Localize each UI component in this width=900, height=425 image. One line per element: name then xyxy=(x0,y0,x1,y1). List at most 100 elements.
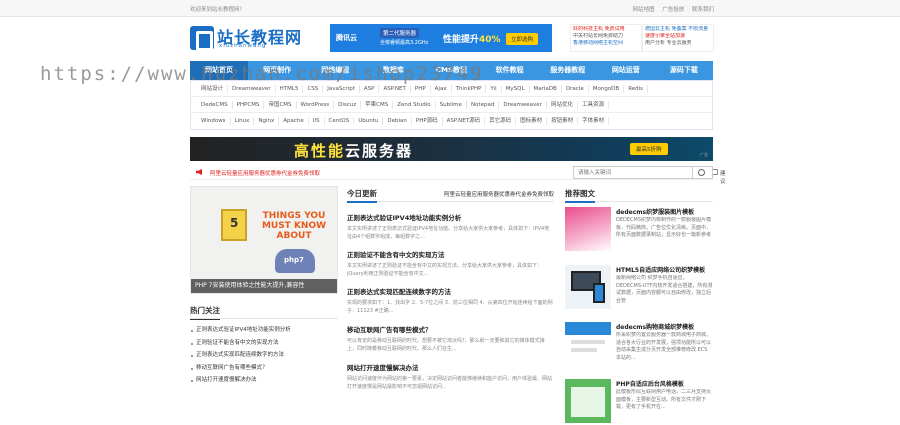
recommend-item[interactable]: dedecms购物商城织梦模板 所采织梦内置云服务器一款商城电子商城，适合各大行… xyxy=(565,322,713,368)
ad-line[interactable]: 香港移动网络主机空间 xyxy=(573,40,639,47)
subnav-link[interactable]: Ubuntu xyxy=(354,117,384,125)
link-contact[interactable]: 联系我们 xyxy=(692,7,714,13)
list-item[interactable]: 网站打开速度慢解决办法 xyxy=(190,374,338,387)
list-item[interactable]: 移动互联网广告有哪些模式？ xyxy=(190,362,338,375)
text-ad-left[interactable]: 好的科技主机 免费试用 中关村站长网免费助力 香港移动网络主机空间 xyxy=(570,24,642,52)
suggest-link[interactable]: 建议 xyxy=(720,169,726,185)
recommend-title[interactable]: HTML5自适应网络公司织梦模板 xyxy=(616,265,705,274)
thumbnail-image[interactable] xyxy=(565,322,611,366)
news-headline-link[interactable]: 阿里云轻量应用服务器优惠券代金券免费领取 xyxy=(444,190,554,198)
tencent-cloud-banner[interactable]: 腾讯云 第二代服务器 全核睿频最高3.2GHz 性能提升40% 立即选购 xyxy=(330,24,552,52)
news-item[interactable]: 正则表达式实现匹配连续数字的方法 实现的要求如下：1、找出字 2、5-7位之间 … xyxy=(347,286,554,315)
subnav-link[interactable]: Yii xyxy=(486,84,502,93)
subnav-link[interactable]: Discuz xyxy=(334,100,362,109)
banner-buy-button[interactable]: 最高5折购 xyxy=(630,143,668,155)
thumbnail-image[interactable] xyxy=(565,265,611,309)
nav-database[interactable]: 数据库 xyxy=(364,61,422,80)
subnav-link[interactable]: PHP xyxy=(411,84,431,93)
subnav-link[interactable]: MySQL xyxy=(502,84,530,93)
list-item[interactable]: 正则表达式实现匹配连续数字的方法 xyxy=(190,349,338,362)
news-title[interactable]: 正则验证不能含有中文的实现方法 xyxy=(347,249,554,259)
recommend-item[interactable]: dedecms织梦服装图片模板 DEDECMS织梦内核制作的一款服装图片模板，代… xyxy=(565,207,713,253)
feature-caption[interactable]: PHP 7安装使用体验之性能大提升,兼容性 xyxy=(191,279,337,293)
banner-cta-button[interactable]: 立即选购 xyxy=(506,33,539,45)
subnav-link[interactable]: MongoDB xyxy=(589,84,625,93)
news-title[interactable]: 正则表达式实现匹配连续数字的方法 xyxy=(347,286,554,296)
subnav-link[interactable]: Windows xyxy=(197,117,231,125)
cloud-server-banner[interactable]: 高性能云服务器 最高5折购 广告 xyxy=(190,137,713,161)
subnav-link[interactable]: 其它源码 xyxy=(485,117,517,125)
subnav-link[interactable]: 工具资源 xyxy=(578,100,609,109)
ad-line[interactable]: 速度引擎全站加速 xyxy=(645,33,711,40)
link-sitemap[interactable]: 网站地图 xyxy=(632,7,654,13)
nav-home[interactable]: 网站首页 xyxy=(190,61,249,80)
subnav-link[interactable]: Redis xyxy=(624,84,649,93)
news-item[interactable]: 移动互联网广告有哪些模式？ 可以肯定的是移动互联网的时代，想要不被它淘汰吗?，那… xyxy=(347,324,554,353)
subnav-link[interactable]: PHPCMS xyxy=(233,100,265,109)
list-item[interactable]: 正则表达式验证IPV4地址功能实例分析 xyxy=(190,324,338,337)
ad-line[interactable]: 中关村站长网免费助力 xyxy=(573,33,639,40)
nav-programming[interactable]: 网络编程 xyxy=(306,61,364,80)
subnav-link[interactable]: Linux xyxy=(231,117,255,125)
subnav-link[interactable]: JavaScript xyxy=(323,84,360,93)
subnav-link[interactable]: Sublime xyxy=(436,100,467,109)
nav-source[interactable]: 源码下载 xyxy=(655,61,713,80)
ad-line[interactable]: 用户分析 专业云服务 xyxy=(645,40,711,47)
subnav-link[interactable]: 按钮素材 xyxy=(547,117,579,125)
subnav-link[interactable]: 字体素材 xyxy=(578,117,610,125)
subnav-link[interactable]: Oracle xyxy=(562,84,589,93)
recommend-item[interactable]: HTML5自适应网络公司织梦模板 最新网络公司 织梦手机自适应，DEDECMS-… xyxy=(565,265,713,311)
news-item[interactable]: 正则验证不能含有中文的实现方法 本文实例讲述了正则验证不能含有中文的实现方法。分… xyxy=(347,249,554,278)
subnav-link[interactable]: Apache xyxy=(279,117,309,125)
site-logo[interactable]: 站长教程网 xiuzhanwang xyxy=(190,24,320,52)
search-input[interactable] xyxy=(573,166,693,179)
list-item[interactable]: 正则验证不能含有中文的实现方法 xyxy=(190,337,338,350)
subnav-link[interactable]: ASP.NET xyxy=(379,84,411,93)
search-icon[interactable] xyxy=(693,166,713,179)
nav-web-design[interactable]: 网页制作 xyxy=(248,61,306,80)
recommend-title[interactable]: dedecms购物商城织梦模板 xyxy=(616,322,694,331)
recommend-title[interactable]: PHP自适应后台风格模板 xyxy=(616,379,684,388)
nav-server[interactable]: 服务器教程 xyxy=(539,61,597,80)
ad-line[interactable]: 好的科技主机 免费试用 xyxy=(573,26,639,33)
news-title[interactable]: 网站打开速度慢解决办法 xyxy=(347,362,554,372)
subnav-link[interactable]: HTML5 xyxy=(276,84,304,93)
text-ad-right[interactable]: 德国云主机 免备案 不限流量 速度引擎全站加速 用户分析 专业云服务 xyxy=(642,24,714,52)
subnav-link[interactable]: ThinkPHP xyxy=(452,84,487,93)
subnav-link[interactable]: Dreamweaver xyxy=(499,100,547,109)
news-title[interactable]: 移动互联网广告有哪些模式？ xyxy=(347,324,554,334)
subnav-link[interactable]: WordPress xyxy=(297,100,335,109)
nav-software[interactable]: 软件教程 xyxy=(481,61,539,80)
subnav-link[interactable]: 苹果CMS xyxy=(361,100,394,109)
nav-cms[interactable]: CMS教程 xyxy=(422,61,480,80)
subnav-link[interactable]: 帝国CMS xyxy=(264,100,297,109)
subnav-link[interactable]: 网站设计 xyxy=(197,84,229,93)
news-item[interactable]: 网站打开速度慢解决办法 网站访问速度作为网站的第一要素，决定网站访问者能够继续和… xyxy=(347,362,554,391)
subnav-link[interactable]: MariaDB xyxy=(530,84,562,93)
subnav-link[interactable]: IIS xyxy=(309,117,325,125)
subnav-link[interactable]: ASP.NET源码 xyxy=(443,117,486,125)
feature-slide[interactable]: 5 THINGS YOU MUST KNOW ABOUT php7 PHP 7安… xyxy=(190,186,338,294)
news-item[interactable]: 正则表达式验证IPV4地址功能实例分析 本文实例讲述了正则表达式验证IPV4地址… xyxy=(347,212,554,241)
subnav-link[interactable]: Zend Studio xyxy=(393,100,436,109)
subnav-link[interactable]: Notepad xyxy=(467,100,500,109)
subnav-link[interactable]: Debian xyxy=(383,117,412,125)
subnav-link[interactable]: CentOS xyxy=(325,117,355,125)
subnav-link[interactable]: PHP源码 xyxy=(412,117,443,125)
subnav-link[interactable]: Nginx xyxy=(254,117,280,125)
thumbnail-image[interactable] xyxy=(565,379,611,423)
recommend-item[interactable]: PHP自适应后台风格模板 此模板形似互联网用户电话，二三月支持页面模板，主要新型… xyxy=(565,379,713,425)
subnav-link[interactable]: Dreamweaver xyxy=(228,84,276,93)
news-title[interactable]: 正则表达式验证IPV4地址功能实例分析 xyxy=(347,212,554,222)
subnav-link[interactable]: CSS xyxy=(303,84,324,93)
nav-operation[interactable]: 网站运营 xyxy=(597,61,655,80)
subnav-link[interactable]: Ajax xyxy=(431,84,452,93)
subnav-link[interactable]: DedeCMS xyxy=(197,100,233,109)
link-advertise[interactable]: 广告投放 xyxy=(662,7,684,13)
recommend-title[interactable]: dedecms织梦服装图片模板 xyxy=(616,207,694,216)
subnav-link[interactable]: 图标素材 xyxy=(516,117,548,125)
subnav-link[interactable]: 网站优化 xyxy=(547,100,578,109)
ad-line[interactable]: 德国云主机 免备案 不限流量 xyxy=(645,26,711,33)
notice-link[interactable]: 阿里云轻量应用服务器优惠券代金券免费领取 xyxy=(210,169,320,177)
thumbnail-image[interactable] xyxy=(565,207,611,251)
